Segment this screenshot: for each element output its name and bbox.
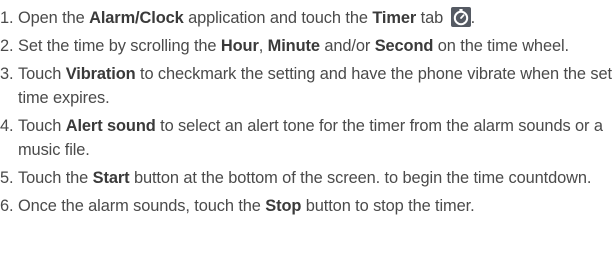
step-item: 4. Touch Alert sound to select an alert t… [0, 114, 612, 162]
step-text-segment: , [258, 37, 268, 55]
step-text: Touch Vibration to checkmark the setting… [18, 65, 612, 107]
step-text-segment: tab [416, 9, 448, 27]
step-item: 5. Touch the Start button at the bottom o… [0, 166, 612, 190]
step-text-segment: Set the time by scrolling the [18, 37, 221, 55]
step-text-segment: Open the [18, 9, 90, 27]
ui-term: Stop [265, 197, 302, 215]
step-list: 1. Open the Alarm/Clock application and t… [0, 6, 612, 222]
step-text-segment: Touch [18, 65, 66, 83]
step-text: Set the time by scrolling the Hour, Minu… [18, 37, 569, 55]
step-text-segment: Touch [18, 117, 66, 135]
step-item: 2. Set the time by scrolling the Hour, Mi… [0, 34, 612, 58]
step-number: 2. [0, 37, 14, 55]
step-text-segment: . [470, 9, 476, 27]
step-number: 3. [0, 65, 14, 83]
step-text: Once the alarm sounds, touch the Stop bu… [18, 197, 475, 215]
step-text-segment: on the time wheel. [433, 37, 569, 55]
step-text-segment: button at the bottom of the screen. to b… [129, 169, 592, 187]
step-item: 1. Open the Alarm/Clock application and t… [0, 6, 612, 30]
step-text: Touch the Start button at the bottom of … [18, 169, 591, 187]
step-number: 4. [0, 117, 14, 135]
ui-term: Vibration [65, 65, 136, 83]
step-text-segment: button to stop the timer. [301, 197, 475, 215]
step-item: 6. Once the alarm sounds, touch the Stop … [0, 194, 612, 218]
ui-term: Timer [372, 9, 417, 27]
step-number: 6. [0, 197, 14, 215]
step-text: Touch Alert sound to select an alert ton… [18, 117, 603, 159]
step-text-segment: Touch the [18, 169, 93, 187]
ui-term: Alarm/Clock [89, 9, 184, 27]
ui-term: Alert sound [65, 117, 156, 135]
instruction-document: 1. Open the Alarm/Clock application and t… [0, 0, 612, 268]
step-number: 5. [0, 169, 14, 187]
step-text: Open the Alarm/Clock application and tou… [18, 7, 476, 27]
step-number: 1. [0, 9, 14, 27]
step-item: 3. Touch Vibration to checkmark the setti… [0, 62, 612, 110]
ui-term: Hour [220, 37, 259, 55]
ui-term: Minute [267, 37, 320, 55]
timer-icon [450, 7, 471, 27]
step-text-segment: and/or [319, 37, 375, 55]
ui-term: Start [92, 169, 130, 187]
step-text-segment: application and touch the [183, 9, 373, 27]
step-text-segment: Once the alarm sounds, touch the [18, 197, 266, 215]
ui-term: Second [374, 37, 434, 55]
